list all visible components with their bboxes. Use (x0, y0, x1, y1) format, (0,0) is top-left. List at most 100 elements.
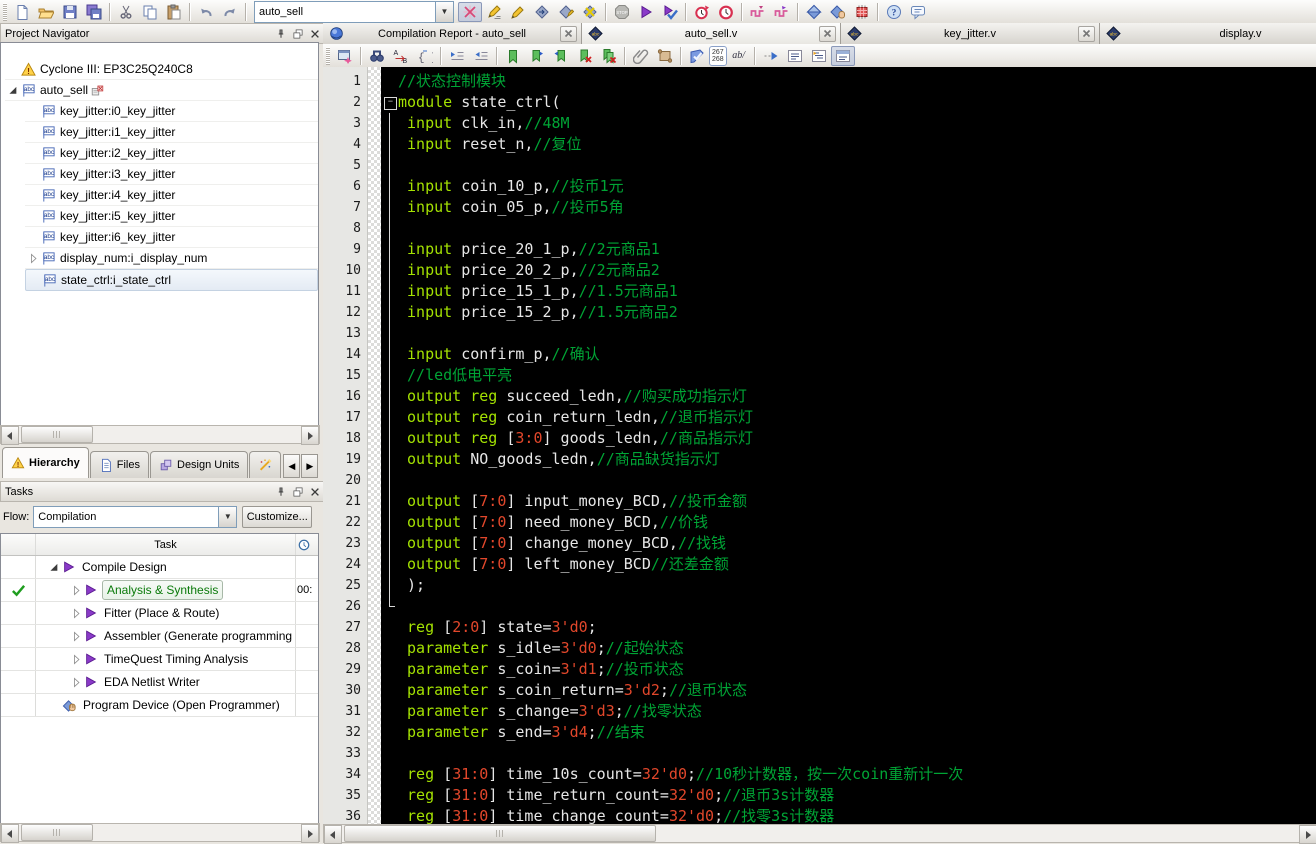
close-icon[interactable] (307, 27, 322, 41)
code-line[interactable]: input coin_05_p,//投币5角 (381, 197, 1316, 218)
project-selector[interactable]: auto_sell ▼ (254, 0, 454, 23)
timequest-analyzer-button[interactable] (690, 2, 714, 22)
code-line[interactable]: output reg [3:0] goods_ledn,//商品指示灯 (381, 428, 1316, 449)
scroll-right-icon[interactable] (301, 824, 319, 843)
code-line[interactable]: output [7:0] input_money_BCD,//投币金额 (381, 491, 1316, 512)
indent-increase-button[interactable] (445, 46, 469, 66)
tree-item-cyclone-iii-ep3c25q240c8[interactable]: ! Cyclone III: EP3C25Q240C8 (5, 59, 318, 80)
format-view-3-button[interactable] (830, 45, 855, 66)
code-line[interactable]: output reg coin_return_ledn,//退币指示灯 (381, 407, 1316, 428)
task-expander-icon[interactable] (68, 584, 84, 597)
code-line[interactable]: input price_20_1_p,//2元商品1 (381, 239, 1316, 260)
code-line[interactable]: output [7:0] need_money_BCD,//价钱 (381, 512, 1316, 533)
tree-item-key-jitter-i1-key-jitter[interactable]: abc key_jitter:i1_key_jitter (25, 122, 318, 143)
syntax-check-button[interactable] (685, 46, 709, 66)
scroll-left-icon[interactable] (1, 824, 19, 843)
code-line[interactable]: output [7:0] left_money_BCD//还差金额 (381, 554, 1316, 575)
code-line[interactable]: ); (381, 575, 1316, 596)
editor-settings-button[interactable] (333, 46, 357, 66)
project-tree-hscrollbar[interactable] (0, 425, 320, 445)
tab-files[interactable]: Files (89, 451, 149, 478)
document-tab-display-v[interactable]: abc display.v (1100, 23, 1316, 44)
code-line[interactable] (381, 596, 1316, 617)
line-indicator[interactable]: 267 268 (709, 45, 727, 66)
bookmark-toggle-button[interactable] (501, 46, 525, 66)
tab-close-icon[interactable] (819, 25, 836, 42)
editor-hscrollbar[interactable] (323, 824, 1316, 844)
simulation-waveform-button[interactable] (746, 2, 770, 22)
format-view-2-button[interactable] (807, 46, 831, 66)
flow-selector[interactable]: Compilation ▼ (33, 505, 238, 528)
code-line[interactable]: parameter s_change= 3'd3;//找零状态 (381, 701, 1316, 722)
tree-expander-icon[interactable] (5, 84, 21, 97)
code-line[interactable] (381, 323, 1316, 344)
cut-button[interactable] (114, 2, 138, 22)
task-expander-icon[interactable] (68, 653, 84, 666)
copy-button[interactable] (138, 2, 162, 22)
tab-wand[interactable] (249, 451, 282, 478)
tab-close-icon[interactable] (1078, 25, 1095, 42)
close-icon[interactable] (307, 485, 322, 499)
code-line[interactable] (381, 155, 1316, 176)
paste-button[interactable] (162, 2, 186, 22)
task-expander-icon[interactable] (68, 630, 84, 643)
document-tab-compilation-report-auto-sell[interactable]: Compilation Report - auto_sell (323, 23, 582, 44)
scroll-left-icon[interactable] (1, 426, 19, 445)
scroll-left-icon[interactable] (324, 825, 342, 844)
code-line[interactable]: parameter s_coin= 3'd1;//投币状态 (381, 659, 1316, 680)
tab-scroll-right-icon[interactable]: ▶ (301, 454, 319, 478)
format-view-1-button[interactable] (783, 46, 807, 66)
tab-close-icon[interactable] (560, 25, 577, 42)
task-row-eda-netlist-writer[interactable]: EDA Netlist Writer (1, 671, 318, 694)
task-row-fitter-place-route-[interactable]: Fitter (Place & Route) (1, 602, 318, 625)
tree-item-key-jitter-i0-key-jitter[interactable]: abc key_jitter:i0_key_jitter (25, 101, 318, 122)
code-line[interactable] (381, 470, 1316, 491)
tab-scroll-left-icon[interactable]: ◀ (283, 454, 301, 478)
code-line[interactable]: input coin_10_p,//投币1元 (381, 176, 1316, 197)
remove-assignments-button[interactable] (578, 2, 602, 22)
task-column-header[interactable]: Task (36, 534, 295, 555)
code-line[interactable] (381, 218, 1316, 239)
tab-design-units[interactable]: Design Units (150, 451, 249, 478)
code-line[interactable]: reg [31:0] time_change_count= 32'd0;//找零3… (381, 806, 1316, 824)
code-line[interactable]: input clk_in,//48M (381, 113, 1316, 134)
tree-item-key-jitter-i3-key-jitter[interactable]: abc key_jitter:i3_key_jitter (25, 164, 318, 185)
scrollbar-thumb[interactable] (21, 426, 93, 443)
replace-button[interactable]: AB (389, 46, 413, 66)
tasks-table-header[interactable]: Task (1, 534, 318, 556)
insert-attachment-button[interactable] (629, 46, 653, 66)
code-line[interactable]: − module state_ctrl( (381, 92, 1316, 113)
code-line[interactable]: input reset_n,//复位 (381, 134, 1316, 155)
goto-location-button[interactable] (759, 46, 783, 66)
code-line[interactable]: input price_20_2_p,//2元商品2 (381, 260, 1316, 281)
assignment-diamond-button[interactable] (554, 2, 578, 22)
float-window-icon[interactable] (290, 27, 305, 41)
pin-icon[interactable] (273, 27, 288, 41)
task-row-timequest-timing-analysis[interactable]: TimeQuest Timing Analysis (1, 648, 318, 671)
pin-planner-button[interactable] (826, 2, 850, 22)
tree-expander-icon[interactable] (25, 252, 41, 265)
find-button[interactable] (365, 46, 389, 66)
open-project-button[interactable] (34, 2, 58, 22)
scroll-right-icon[interactable] (1299, 825, 1316, 844)
code-line[interactable]: output NO_goods_ledn,//商品缺货指示灯 (381, 449, 1316, 470)
tree-item-key-jitter-i4-key-jitter[interactable]: abc key_jitter:i4_key_jitter (25, 185, 318, 206)
settings-pencil-button[interactable] (482, 2, 506, 22)
task-row-program-device-open-programmer-[interactable]: Program Device (Open Programmer) (1, 694, 318, 717)
tree-item-key-jitter-i6-key-jitter[interactable]: abc key_jitter:i6_key_jitter (25, 227, 318, 248)
document-tab-auto-sell-v[interactable]: abc auto_sell.v (582, 23, 841, 44)
tab-hierarchy[interactable]: ! Hierarchy (2, 447, 89, 478)
tasks-hscrollbar[interactable] (0, 823, 320, 843)
chevron-down-icon[interactable]: ▼ (218, 506, 237, 527)
code-line[interactable]: parameter s_idle= 3'd0;//起始状态 (381, 638, 1316, 659)
code-line[interactable]: reg [31:0] time_return_count= 32'd0;//退币3… (381, 785, 1316, 806)
tree-item-key-jitter-i5-key-jitter[interactable]: abc key_jitter:i5_key_jitter (25, 206, 318, 227)
undo-button[interactable] (194, 2, 218, 22)
code-line[interactable]: input price_15_1_p,//1.5元商品1 (381, 281, 1316, 302)
code-line[interactable]: output [7:0] change_money_BCD,//找钱 (381, 533, 1316, 554)
tree-item-auto-sell[interactable]: abc auto_sell (5, 80, 318, 101)
code-line[interactable]: parameter s_end= 3'd4;//结束 (381, 722, 1316, 743)
stop-processing-button[interactable]: STOP (610, 2, 634, 22)
tree-item-key-jitter-i2-key-jitter[interactable]: abc key_jitter:i2_key_jitter (25, 143, 318, 164)
timing-clock-button[interactable] (714, 2, 738, 22)
